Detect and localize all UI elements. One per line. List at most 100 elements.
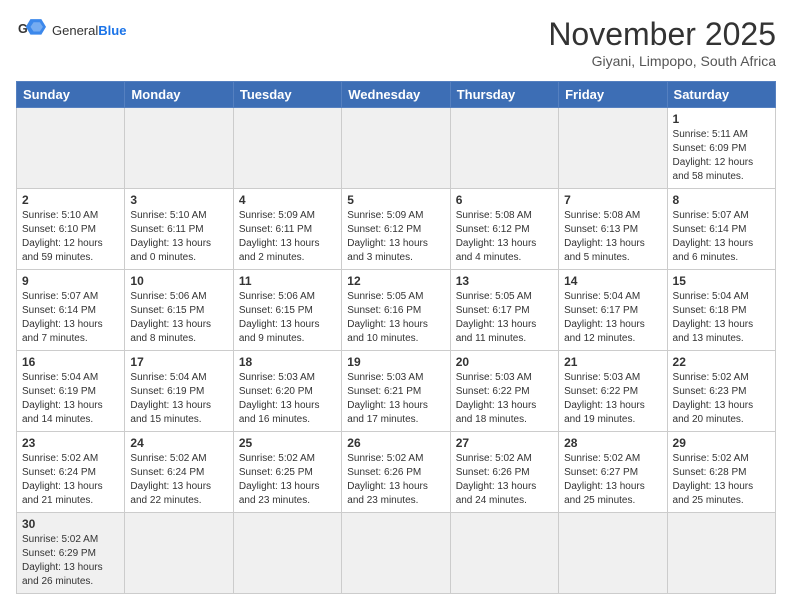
day-number: 18 <box>239 355 336 369</box>
calendar-cell: 10 Sunrise: 5:06 AM Sunset: 6:15 PM Dayli… <box>125 270 233 351</box>
calendar-cell: 16Sunrise: 5:04 AM Sunset: 6:19 PM Dayli… <box>17 351 125 432</box>
calendar-cell <box>450 513 558 594</box>
calendar-cell <box>125 513 233 594</box>
weekday-header-row: SundayMondayTuesdayWednesdayThursdayFrid… <box>17 82 776 108</box>
weekday-header-saturday: Saturday <box>667 82 775 108</box>
calendar-cell: 17 Sunrise: 5:04 AM Sunset: 6:19 PM Dayli… <box>125 351 233 432</box>
calendar-cell <box>342 108 450 189</box>
day-info: Sunrise: 5:05 AM Sunset: 6:17 PM Dayligh… <box>456 290 553 346</box>
day-number: 28 <box>564 436 661 450</box>
day-info: Sunrise: 5:05 AM Sunset: 6:16 PM Dayligh… <box>347 290 444 346</box>
calendar-cell: 4 Sunrise: 5:09 AM Sunset: 6:11 PM Daylig… <box>233 189 341 270</box>
day-info: Sunrise: 5:02 AM Sunset: 6:28 PM Dayligh… <box>673 452 770 508</box>
calendar-cell: 27Sunrise: 5:02 AM Sunset: 6:26 PM Dayli… <box>450 432 558 513</box>
day-number: 17 <box>130 355 227 369</box>
day-number: 20 <box>456 355 553 369</box>
day-info: Sunrise: 5:09 AM Sunset: 6:12 PM Dayligh… <box>347 209 444 265</box>
day-number: 13 <box>456 274 553 288</box>
day-info: Sunrise: 5:10 AM Sunset: 6:11 PM Dayligh… <box>130 209 227 265</box>
calendar-cell: 23 Sunrise: 5:02 AM Sunset: 6:24 PM Dayli… <box>17 432 125 513</box>
day-info: Sunrise: 5:02 AM Sunset: 6:26 PM Dayligh… <box>456 452 553 508</box>
weekday-header-monday: Monday <box>125 82 233 108</box>
weekday-header-wednesday: Wednesday <box>342 82 450 108</box>
weekday-header-tuesday: Tuesday <box>233 82 341 108</box>
day-info: Sunrise: 5:02 AM Sunset: 6:27 PM Dayligh… <box>564 452 661 508</box>
calendar-week-row: 23 Sunrise: 5:02 AM Sunset: 6:24 PM Dayli… <box>17 432 776 513</box>
calendar-cell: 21 Sunrise: 5:03 AM Sunset: 6:22 PM Dayli… <box>559 351 667 432</box>
day-number: 4 <box>239 193 336 207</box>
logo-icon: G <box>16 16 48 44</box>
calendar-cell: 12Sunrise: 5:05 AM Sunset: 6:16 PM Dayli… <box>342 270 450 351</box>
calendar-cell: 9Sunrise: 5:07 AM Sunset: 6:14 PM Daylig… <box>17 270 125 351</box>
calendar-body: 1 Sunrise: 5:11 AM Sunset: 6:09 PM Daylig… <box>17 108 776 594</box>
day-info: Sunrise: 5:09 AM Sunset: 6:11 PM Dayligh… <box>239 209 336 265</box>
day-number: 6 <box>456 193 553 207</box>
calendar-cell: 15Sunrise: 5:04 AM Sunset: 6:18 PM Dayli… <box>667 270 775 351</box>
day-number: 23 <box>22 436 119 450</box>
calendar-cell: 2 Sunrise: 5:10 AM Sunset: 6:10 PM Daylig… <box>17 189 125 270</box>
day-info: Sunrise: 5:06 AM Sunset: 6:15 PM Dayligh… <box>239 290 336 346</box>
day-number: 9 <box>22 274 119 288</box>
day-number: 10 <box>130 274 227 288</box>
calendar-cell: 5Sunrise: 5:09 AM Sunset: 6:12 PM Daylig… <box>342 189 450 270</box>
day-info: Sunrise: 5:08 AM Sunset: 6:12 PM Dayligh… <box>456 209 553 265</box>
calendar-cell: 3 Sunrise: 5:10 AM Sunset: 6:11 PM Daylig… <box>125 189 233 270</box>
calendar-cell <box>17 108 125 189</box>
calendar-cell: 30Sunrise: 5:02 AM Sunset: 6:29 PM Dayli… <box>17 513 125 594</box>
calendar-cell: 20 Sunrise: 5:03 AM Sunset: 6:22 PM Dayli… <box>450 351 558 432</box>
day-number: 29 <box>673 436 770 450</box>
weekday-header-thursday: Thursday <box>450 82 558 108</box>
day-info: Sunrise: 5:10 AM Sunset: 6:10 PM Dayligh… <box>22 209 119 265</box>
day-info: Sunrise: 5:03 AM Sunset: 6:22 PM Dayligh… <box>564 371 661 427</box>
calendar-cell: 11Sunrise: 5:06 AM Sunset: 6:15 PM Dayli… <box>233 270 341 351</box>
day-info: Sunrise: 5:02 AM Sunset: 6:23 PM Dayligh… <box>673 371 770 427</box>
calendar-week-row: 30Sunrise: 5:02 AM Sunset: 6:29 PM Dayli… <box>17 513 776 594</box>
day-info: Sunrise: 5:02 AM Sunset: 6:29 PM Dayligh… <box>22 533 119 589</box>
calendar-cell <box>559 108 667 189</box>
calendar-cell: 25Sunrise: 5:02 AM Sunset: 6:25 PM Dayli… <box>233 432 341 513</box>
day-info: Sunrise: 5:03 AM Sunset: 6:22 PM Dayligh… <box>456 371 553 427</box>
calendar-cell <box>125 108 233 189</box>
weekday-header-friday: Friday <box>559 82 667 108</box>
logo: G GeneralBlue <box>16 16 126 44</box>
day-number: 7 <box>564 193 661 207</box>
day-number: 14 <box>564 274 661 288</box>
day-info: Sunrise: 5:11 AM Sunset: 6:09 PM Dayligh… <box>673 128 770 184</box>
calendar-cell: 8 Sunrise: 5:07 AM Sunset: 6:14 PM Daylig… <box>667 189 775 270</box>
day-info: Sunrise: 5:02 AM Sunset: 6:24 PM Dayligh… <box>22 452 119 508</box>
day-number: 26 <box>347 436 444 450</box>
day-number: 15 <box>673 274 770 288</box>
logo-text: GeneralBlue <box>52 23 126 38</box>
day-number: 1 <box>673 112 770 126</box>
day-info: Sunrise: 5:04 AM Sunset: 6:17 PM Dayligh… <box>564 290 661 346</box>
weekday-header-sunday: Sunday <box>17 82 125 108</box>
day-number: 24 <box>130 436 227 450</box>
calendar-subtitle: Giyani, Limpopo, South Africa <box>548 53 776 69</box>
day-info: Sunrise: 5:07 AM Sunset: 6:14 PM Dayligh… <box>673 209 770 265</box>
calendar-cell: 1 Sunrise: 5:11 AM Sunset: 6:09 PM Daylig… <box>667 108 775 189</box>
day-number: 3 <box>130 193 227 207</box>
title-block: November 2025 Giyani, Limpopo, South Afr… <box>548 16 776 69</box>
calendar-cell: 29 Sunrise: 5:02 AM Sunset: 6:28 PM Dayli… <box>667 432 775 513</box>
calendar-cell: 28 Sunrise: 5:02 AM Sunset: 6:27 PM Dayli… <box>559 432 667 513</box>
day-info: Sunrise: 5:02 AM Sunset: 6:26 PM Dayligh… <box>347 452 444 508</box>
calendar-cell: 26 Sunrise: 5:02 AM Sunset: 6:26 PM Dayli… <box>342 432 450 513</box>
day-info: Sunrise: 5:04 AM Sunset: 6:19 PM Dayligh… <box>130 371 227 427</box>
calendar-week-row: 1 Sunrise: 5:11 AM Sunset: 6:09 PM Daylig… <box>17 108 776 189</box>
day-number: 21 <box>564 355 661 369</box>
day-info: Sunrise: 5:06 AM Sunset: 6:15 PM Dayligh… <box>130 290 227 346</box>
calendar-cell: 6 Sunrise: 5:08 AM Sunset: 6:12 PM Daylig… <box>450 189 558 270</box>
calendar-cell: 22Sunrise: 5:02 AM Sunset: 6:23 PM Dayli… <box>667 351 775 432</box>
calendar-cell: 24 Sunrise: 5:02 AM Sunset: 6:24 PM Dayli… <box>125 432 233 513</box>
day-info: Sunrise: 5:03 AM Sunset: 6:21 PM Dayligh… <box>347 371 444 427</box>
day-number: 19 <box>347 355 444 369</box>
day-number: 2 <box>22 193 119 207</box>
day-info: Sunrise: 5:02 AM Sunset: 6:24 PM Dayligh… <box>130 452 227 508</box>
calendar-title: November 2025 <box>548 16 776 53</box>
day-number: 8 <box>673 193 770 207</box>
calendar-cell: 7Sunrise: 5:08 AM Sunset: 6:13 PM Daylig… <box>559 189 667 270</box>
calendar-cell: 18Sunrise: 5:03 AM Sunset: 6:20 PM Dayli… <box>233 351 341 432</box>
calendar-cell: 19 Sunrise: 5:03 AM Sunset: 6:21 PM Dayli… <box>342 351 450 432</box>
calendar-cell <box>667 513 775 594</box>
day-number: 25 <box>239 436 336 450</box>
